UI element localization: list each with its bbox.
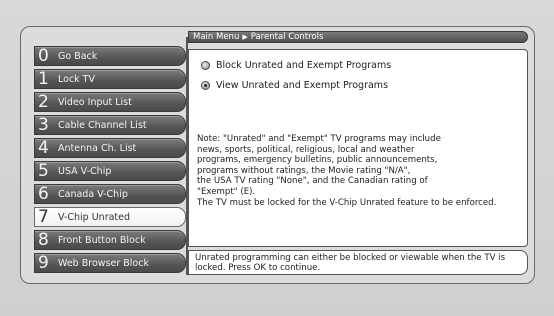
menu-item-label: Video Input List <box>58 96 132 108</box>
menu-item-number: 5 <box>38 161 49 181</box>
menu-item-number: 3 <box>38 115 49 135</box>
menu-item-label: Web Browser Block <box>58 257 149 269</box>
option-block-label: Block Unrated and Exempt Programs <box>216 60 392 71</box>
breadcrumb-arrow-icon: ▶ <box>242 33 248 41</box>
menu-item-label: Lock TV <box>58 73 95 85</box>
breadcrumb-current: Parental Controls <box>250 32 324 42</box>
menu-item-canada-v-chip[interactable]: 6 Canada V-Chip <box>34 184 186 204</box>
status-message: Unrated programming can either be blocke… <box>188 250 528 275</box>
menu-item-label: Cable Channel List <box>58 119 147 131</box>
tv-screen: Main Menu ▶ Parental Controls 0 Go Back … <box>0 0 554 316</box>
menu-item-number: 7 <box>38 207 49 227</box>
menu-item-go-back[interactable]: 0 Go Back <box>34 46 186 66</box>
menu-item-label: Front Button Block <box>58 234 146 246</box>
menu-item-label: Canada V-Chip <box>58 188 128 200</box>
menu-item-number: 6 <box>38 184 49 204</box>
menu-item-label: USA V-Chip <box>58 165 112 177</box>
menu-item-lock-tv[interactable]: 1 Lock TV <box>34 69 186 89</box>
breadcrumb-root: Main Menu <box>193 32 240 42</box>
option-block[interactable]: Block Unrated and Exempt Programs <box>201 60 391 71</box>
radio-selected-icon[interactable] <box>201 81 210 90</box>
menu-item-v-chip-unrated[interactable]: 7 V-Chip Unrated <box>34 207 186 227</box>
menu-item-video-input-list[interactable]: 2 Video Input List <box>34 92 186 112</box>
menu-item-antenna-ch-list[interactable]: 4 Antenna Ch. List <box>34 138 186 158</box>
breadcrumb: Main Menu ▶ Parental Controls <box>188 31 528 43</box>
lock-note-text: The TV must be locked for the V-Chip Unr… <box>197 198 497 208</box>
menu-list: 0 Go Back 1 Lock TV 2 Video Input List 3… <box>34 46 186 276</box>
menu-item-number: 2 <box>38 92 49 112</box>
menu-item-label: V-Chip Unrated <box>58 211 131 223</box>
radio-unselected-icon[interactable] <box>201 61 210 70</box>
content-panel: Block Unrated and Exempt Programs View U… <box>188 49 528 247</box>
menu-item-number: 1 <box>38 69 49 89</box>
menu-item-number: 8 <box>38 230 49 250</box>
menu-item-front-button-block[interactable]: 8 Front Button Block <box>34 230 186 250</box>
menu-item-web-browser-block[interactable]: 9 Web Browser Block <box>34 253 186 273</box>
menu-item-label: Go Back <box>58 50 98 62</box>
menu-item-number: 9 <box>38 253 49 273</box>
menu-item-cable-channel-list[interactable]: 3 Cable Channel List <box>34 115 186 135</box>
option-view[interactable]: View Unrated and Exempt Programs <box>201 80 388 91</box>
menu-item-usa-v-chip[interactable]: 5 USA V-Chip <box>34 161 186 181</box>
menu-item-number: 4 <box>38 138 49 158</box>
note-text: Note: "Unrated" and "Exempt" TV programs… <box>197 134 441 197</box>
menu-item-label: Antenna Ch. List <box>58 142 137 154</box>
menu-item-number: 0 <box>38 46 49 66</box>
option-view-label: View Unrated and Exempt Programs <box>216 80 389 91</box>
